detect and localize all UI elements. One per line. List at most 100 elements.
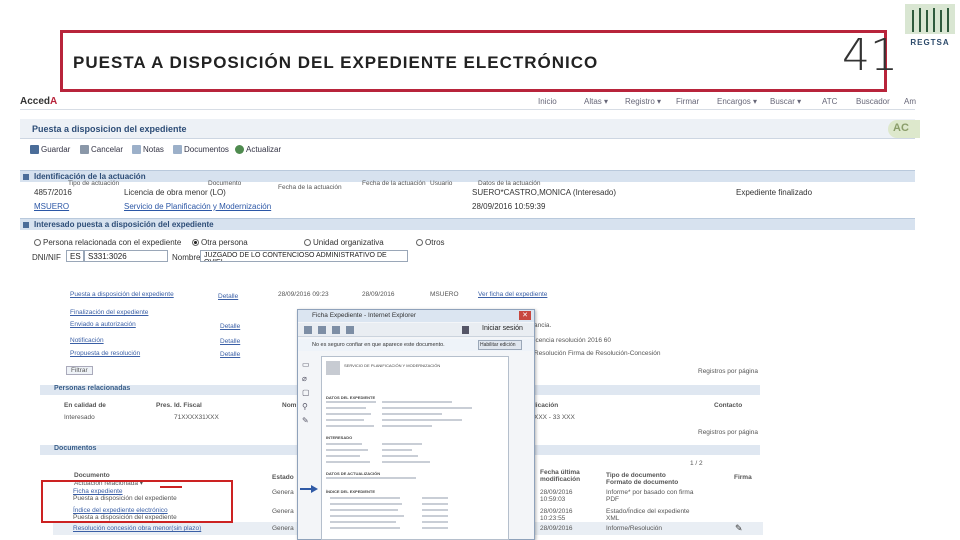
right-note: Resolución Firma de Resolución-Concesión [534,350,661,357]
doc-format: PDF [606,496,619,503]
filter-button[interactable]: Filtrar [66,366,93,375]
doc-section: INTERESADO [326,435,353,440]
col-fecha-2: Fecha de la actuación [362,180,426,187]
documents-button[interactable]: Documentos [173,145,229,154]
nav-atc[interactable]: ATC [822,97,837,106]
doc-section: DATOS DE ACTUALIZACIÓN [326,471,381,476]
print-icon[interactable] [332,326,340,334]
save-button[interactable]: Guardar [30,145,70,154]
col-ubicacion: licación [534,402,559,409]
row-enviado[interactable]: Enviado a autorización [70,321,136,328]
person-id: 71XXXX31XXX [174,414,219,421]
doc-time: 10:23:55 [540,515,566,522]
notes-button[interactable]: Notas [132,145,164,154]
doc-date: 28/09/2016 [540,525,573,532]
col-tipo: Tipo de actuación [68,180,120,187]
per-page-label: Registros por página [698,429,758,436]
col-contacto: Contacto [714,402,743,409]
ac-badge: AC [888,120,920,138]
doc-type: Estado/Índice del expediente [606,508,690,515]
doc-type: Informe* por basado con firma [606,489,694,496]
slide-title: PUESTA A DISPOSICIÓN DEL EXPEDIENTE ELEC… [73,53,599,72]
documents-icon [173,145,182,154]
cancel-button[interactable]: Cancelar [80,145,123,154]
collapse-icon[interactable] [23,222,29,228]
pager[interactable]: 1 / 2 [690,460,703,467]
col-formato: Formato de documento [606,479,679,486]
col-tipo-doc: Tipo de documento [606,472,666,479]
col-calidad: En calidad de [64,402,106,409]
highlight-box [41,480,233,523]
arrow-icon [300,485,318,493]
doc-section: DATOS DEL EXPEDIENTE [326,395,376,400]
row-user: MSUERO [430,291,459,298]
detail-link[interactable]: Detalle [220,351,240,358]
nav-buscador[interactable]: Buscador [856,97,890,106]
nav-inicio[interactable]: Inicio [538,97,557,106]
doc-heading: SERVICIO DE PLANIFICACIÓN Y MODERNIZACIÓ… [344,363,441,368]
page-icon[interactable] [462,326,469,334]
sign-icon[interactable]: ✎ [302,414,310,428]
collapse-icon[interactable] [23,174,29,180]
doc-state: Genera [272,508,294,515]
page-icon[interactable]: ▭ [302,358,310,372]
pdf-toolbar: Iniciar sesión [298,323,534,337]
sign-icon[interactable]: ✎ [735,523,743,534]
doc-date: 28/09/2016 [540,508,573,515]
save-icon [30,145,39,154]
login-link[interactable]: Iniciar sesión [482,325,523,332]
pdf-document: SERVICIO DE PLANIFICACIÓN Y MODERNIZACIÓ… [321,356,509,540]
slide-title-box: PUESTA A DISPOSICIÓN DEL EXPEDIENTE ELEC… [60,30,887,92]
detail-link[interactable]: Detalle [220,323,240,330]
col-idfiscal: Id. Fiscal [174,402,202,409]
refresh-icon [235,145,244,154]
right-note: ancia. [534,322,552,329]
search-icon[interactable]: ⚲ [302,400,310,414]
doc-state: Genera [272,525,294,532]
col-datos: Datos de la actuación [478,180,541,187]
nav-buscar[interactable]: Buscar ▾ [770,97,801,106]
doc-resolucion[interactable]: Resolución concesión obra menor(sin plaz… [73,525,201,532]
detail-link[interactable]: Detalle [220,338,240,345]
row-notificacion[interactable]: Notificación [70,337,104,344]
pdf-popup-window: Ficha Expediente - Internet Explorer ✕ I… [297,309,535,540]
nav-firmar[interactable]: Firmar [676,97,699,106]
doc-section: ÍNDICE DEL EXPEDIENTE [326,489,376,494]
col-fecha: Fecha de la actuación [278,184,342,191]
per-page-label: Registros por página [698,368,758,375]
person-location: XXX - 33 XXX [534,414,575,421]
col-estado: Estado [272,474,294,481]
col-nombre: Nom [282,402,297,409]
top-nav-bar: AccedA Inicio Altas ▾ Registro ▾ Firmar … [20,96,916,110]
view-file-link[interactable]: Ver ficha del expediente [478,291,547,298]
cancel-icon [80,145,89,154]
mail-icon[interactable] [346,326,354,334]
page-header: Puesta a disposicion del expediente [20,119,915,139]
nav-registro[interactable]: Registro ▾ [625,97,661,106]
detail-link[interactable]: Detalle [218,293,238,300]
seal-icon [326,361,340,375]
nav-altas[interactable]: Altas ▾ [584,97,608,106]
save-icon[interactable] [318,326,326,334]
refresh-button[interactable]: Actualizar [235,145,281,154]
col-pres: Pres. [156,402,172,409]
nav-encargos[interactable]: Encargos ▾ [717,97,757,106]
nav-more[interactable]: Am [904,97,916,106]
person-role: Interesado [64,414,95,421]
enable-editing-button[interactable]: Habilitar edición [478,340,522,350]
row-propuesta[interactable]: Propuesta de resolución [70,350,140,357]
open-icon[interactable] [304,326,312,334]
row-date: 28/09/2016 09:23 [278,291,329,298]
highlight-dash [160,486,182,488]
doc-state: Genera [272,489,294,496]
attachment-icon[interactable]: ⌀ [302,372,310,386]
page-title: Puesta a disposicion del expediente [32,124,187,134]
row-puesta[interactable]: Puesta a disposición del expediente [70,291,174,298]
notes-icon [132,145,141,154]
col-documento: Documento [208,180,242,187]
brand-logo: AccedA [20,96,58,107]
comment-icon[interactable]: ▢ [302,386,310,400]
slide-number: 41 [842,30,898,81]
row-finalizacion[interactable]: Finalización del expediente [70,309,148,316]
close-icon[interactable]: ✕ [519,311,531,320]
